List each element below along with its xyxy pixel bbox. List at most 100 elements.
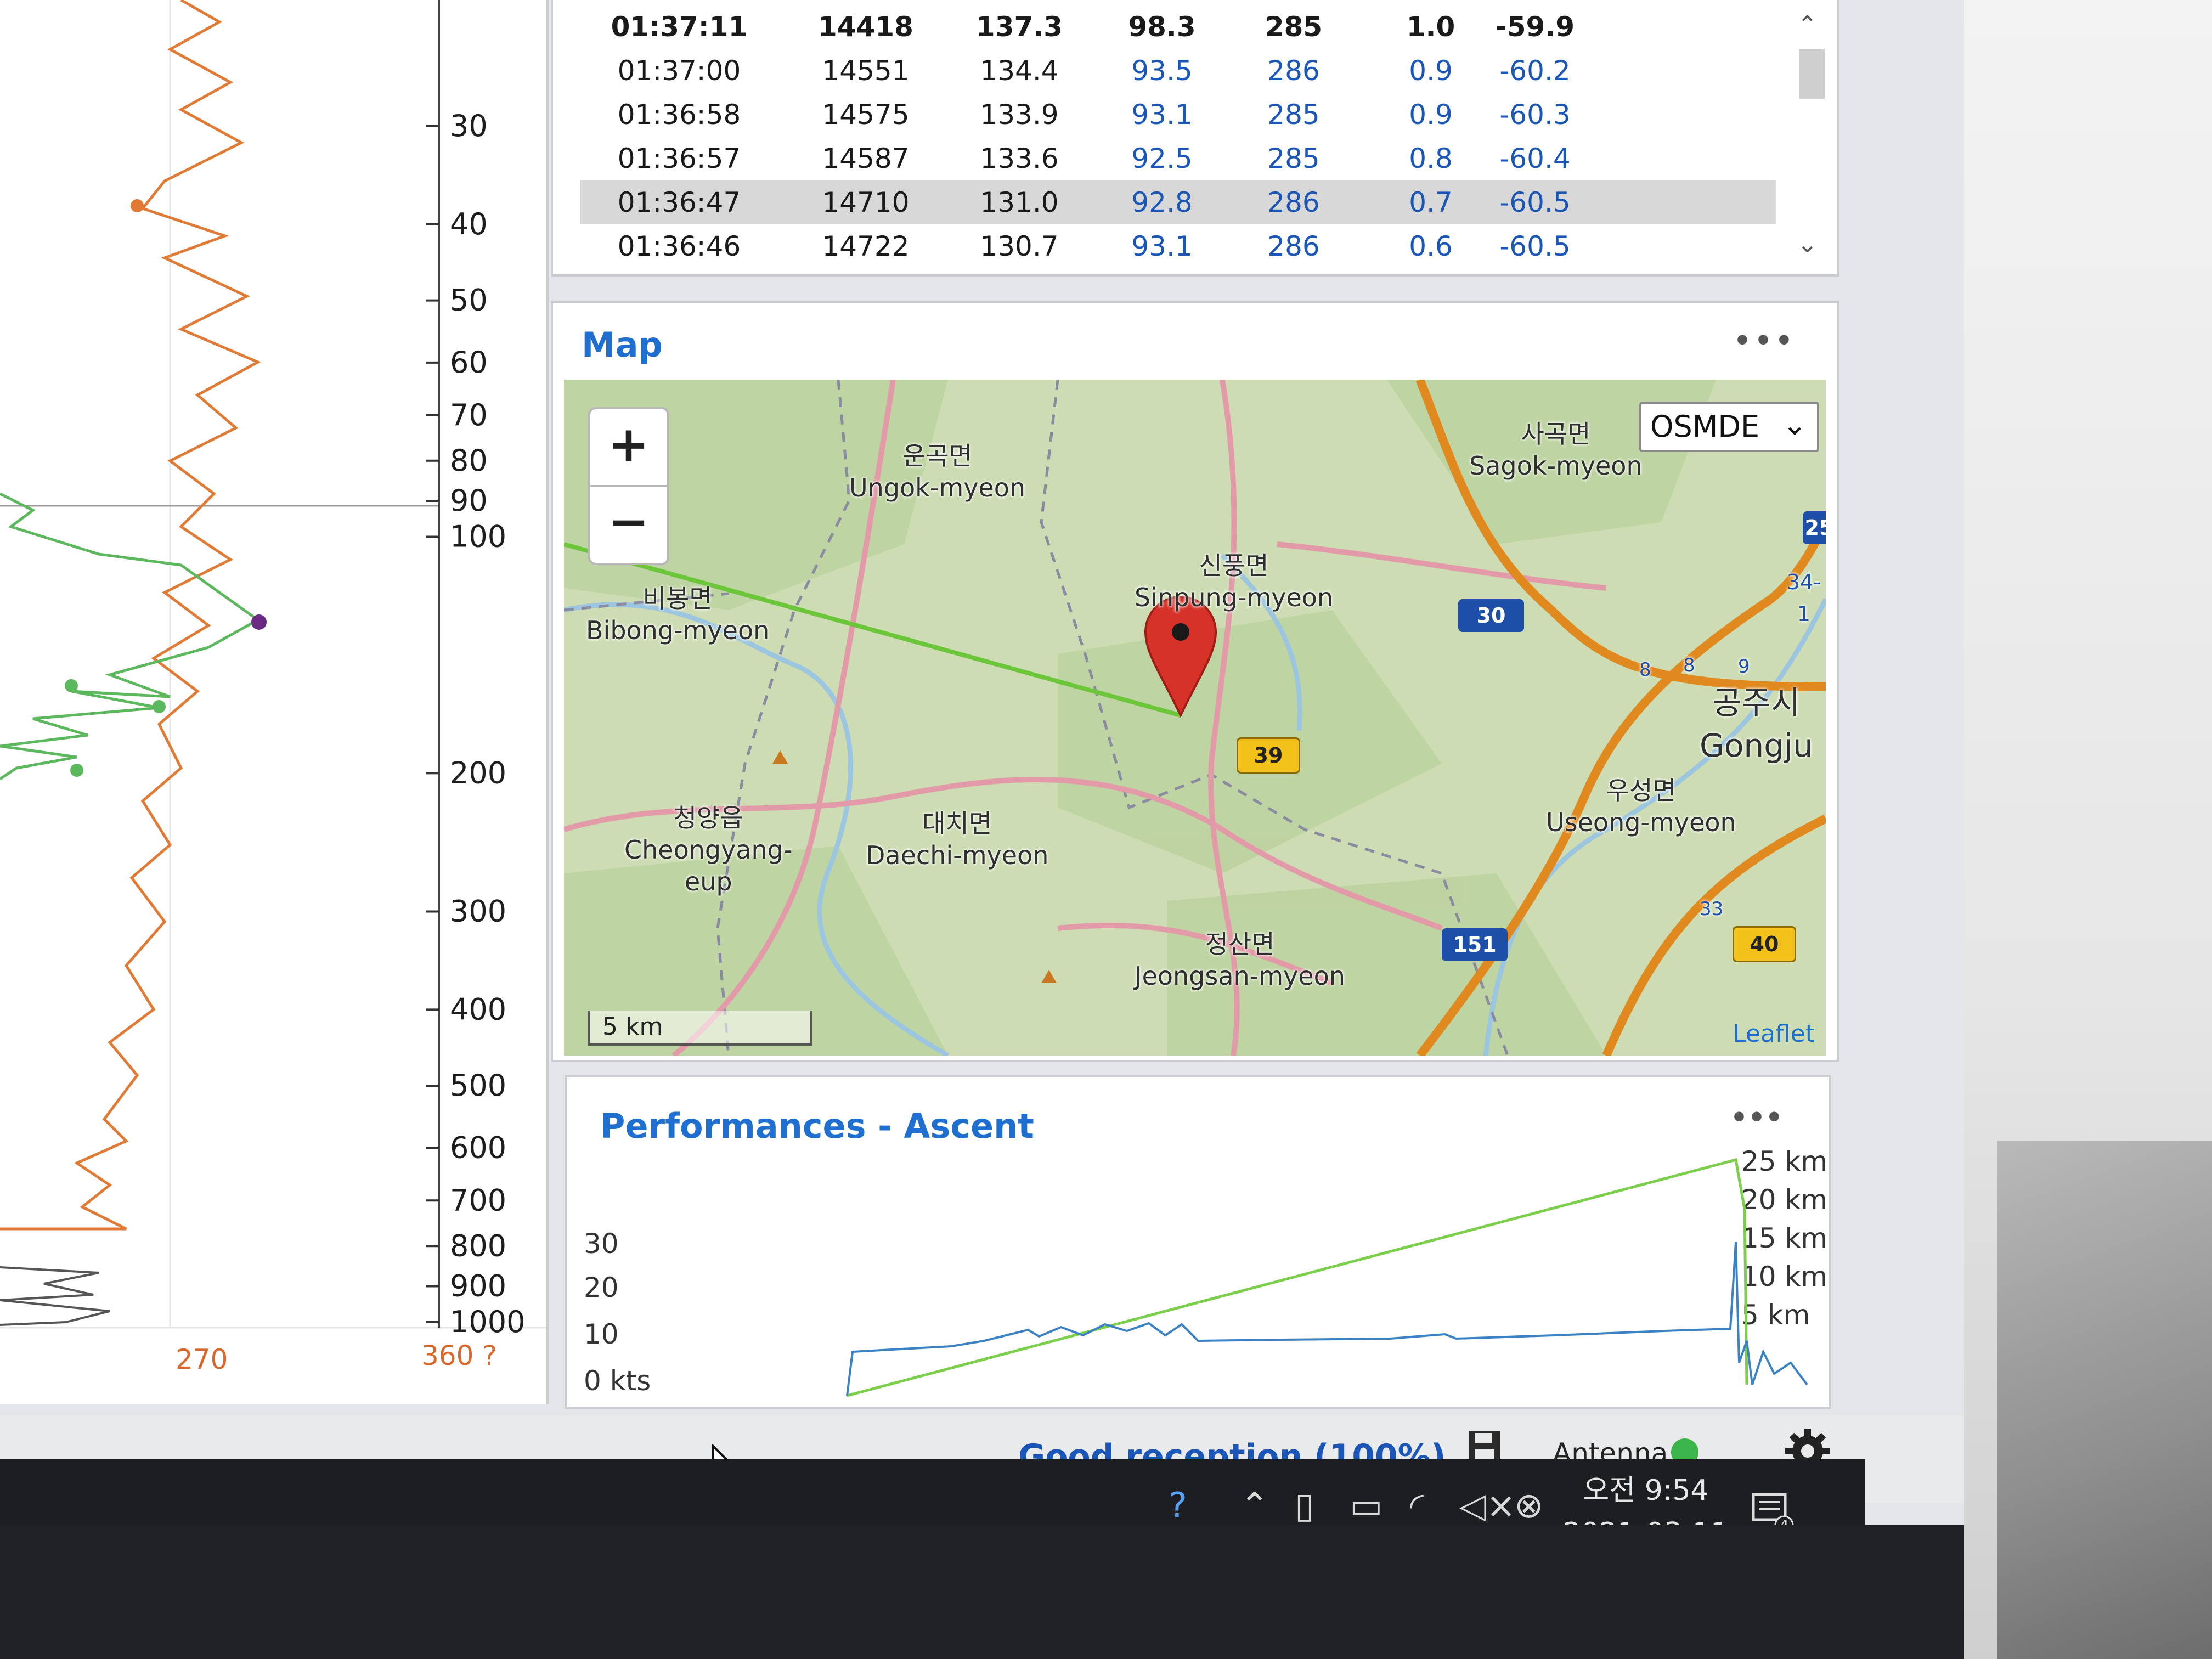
table-row[interactable]: 01:37:11 14418 137.3 98.3 285 1.0 -59.9 xyxy=(580,4,1776,48)
map-canvas[interactable]: + − OSMDE ⌄ 운곡면 Ungok-myeon 비봉면 Bibong-mye… xyxy=(564,380,1826,1056)
table-cell: 131.0 xyxy=(980,187,1059,218)
direction-trace xyxy=(0,0,261,1231)
device-icon[interactable]: ▯ xyxy=(1295,1486,1314,1525)
table-row[interactable]: 01:36:58 14575 133.9 93.1 285 0.9 -60.3 xyxy=(580,92,1776,136)
place-label: 정산면 Jeongsan-myeon xyxy=(1135,929,1345,991)
help-icon[interactable]: ? xyxy=(1169,1486,1187,1525)
road-number: 33 xyxy=(1700,898,1724,920)
table-row[interactable]: 01:36:46 14722 130.7 93.1 286 0.6 -60.5 xyxy=(580,224,1776,268)
table-row[interactable]: 01:36:47 14710 131.0 92.8 286 0.7 -60.5 xyxy=(580,180,1776,224)
notification-icon[interactable]: 4 xyxy=(1750,1491,1794,1525)
direction-marker xyxy=(131,199,144,212)
table-cell: 286 xyxy=(1267,55,1320,87)
road-badge: 151 xyxy=(1442,928,1508,961)
monitor-bezel xyxy=(0,1525,1964,1659)
table-cell: -59.9 xyxy=(1495,11,1575,43)
table-cell: 01:36:46 xyxy=(617,230,741,262)
table-cell: 01:37:11 xyxy=(611,11,748,43)
table-cell: 14551 xyxy=(822,55,910,87)
table-cell: 01:37:00 xyxy=(617,55,741,87)
map-menu-icon[interactable]: ••• xyxy=(1734,325,1796,357)
table-cell: 14575 xyxy=(822,99,910,131)
pressure-tick-label: 100 xyxy=(450,520,506,554)
speed-marker xyxy=(153,700,166,713)
map-layer-select[interactable]: OSMDE ⌄ xyxy=(1639,402,1819,452)
scroll-thumb[interactable] xyxy=(1799,49,1825,99)
zoom-out-button[interactable]: − xyxy=(590,487,667,562)
altitude-line xyxy=(847,1158,1748,1397)
direction-label-270: 270 xyxy=(176,1344,228,1375)
table-cell: 133.6 xyxy=(980,143,1059,174)
pressure-tick-label: 50 xyxy=(450,283,488,318)
place-label: 청양읍 Cheongyang- eup xyxy=(624,803,793,896)
place-label: 신풍면 Sinpung-myeon xyxy=(1135,551,1334,612)
pressure-tick-label: 30 xyxy=(450,109,488,143)
altitude-axis-label: 15 km xyxy=(1741,1222,1827,1254)
volume-muted-icon[interactable]: ◁× xyxy=(1459,1486,1516,1525)
table-cell: 285 xyxy=(1267,99,1320,131)
zoom-control: + − xyxy=(588,407,669,565)
pressure-tick-label: 600 xyxy=(450,1130,506,1165)
place-label: 우성면 Useong-myeon xyxy=(1546,776,1736,837)
current-point-marker xyxy=(251,614,267,630)
map-scale: 5 km xyxy=(588,1011,812,1046)
table-cell: 92.8 xyxy=(1131,187,1193,218)
windows-taskbar: ? ⌃ ▯ ▭ ◜ ◁× ⊗ 오전 9:54 2021-03-11 4 xyxy=(0,1459,1865,1525)
table-scrollbar[interactable]: ⌃ ⌄ xyxy=(1793,11,1826,263)
y-axis-label: 20 xyxy=(584,1272,619,1304)
close-circle-icon[interactable]: ⊗ xyxy=(1514,1486,1544,1525)
table-cell: 93.1 xyxy=(1131,230,1193,262)
road-badge: 39 xyxy=(1237,737,1300,774)
altitude-axis-label: 25 km xyxy=(1741,1146,1827,1177)
road-number: 9 xyxy=(1738,656,1750,678)
table-cell: 130.7 xyxy=(980,230,1059,262)
pressure-tick-label: 90 xyxy=(450,483,488,518)
chevron-up-icon[interactable]: ⌃ xyxy=(1797,11,1818,39)
table-row[interactable]: 01:36:57 14587 133.6 92.5 285 0.8 -60.4 xyxy=(580,136,1776,180)
table-cell: -60.2 xyxy=(1499,55,1571,87)
road-number: 8 xyxy=(1639,659,1651,681)
pressure-tick-label: 300 xyxy=(450,894,506,928)
pressure-tick-label: 500 xyxy=(450,1068,506,1103)
pressure-tick-label: 400 xyxy=(450,992,506,1026)
pressure-tick-label: 40 xyxy=(450,207,488,241)
clock-date: 2021-03-11 xyxy=(1558,1512,1734,1525)
table-cell: 98.3 xyxy=(1128,11,1196,43)
app-screen: 30 40 50 60 70 80 90 100 200 300 400 500 600 700 800 90… xyxy=(0,0,1964,1525)
table-cell: 01:36:47 xyxy=(617,187,741,218)
pressure-tick-label: 700 xyxy=(450,1183,506,1217)
table-cell: -60.5 xyxy=(1499,230,1571,262)
speed-marker xyxy=(65,679,78,692)
table-cell: -60.5 xyxy=(1499,187,1571,218)
zoom-in-button[interactable]: + xyxy=(590,409,667,487)
table-cell: 93.5 xyxy=(1131,55,1193,87)
table-cell: 286 xyxy=(1267,187,1320,218)
place-label: 사곡면 Sagok-myeon xyxy=(1469,419,1643,481)
chevron-up-icon[interactable]: ⌃ xyxy=(1240,1486,1269,1525)
table-cell: 134.4 xyxy=(980,55,1059,87)
table-cell: -60.4 xyxy=(1499,143,1571,174)
sounding-table: 01:37:11 14418 137.3 98.3 285 1.0 -59.9 01:37:0… xyxy=(551,0,1839,276)
direction-label-360: 360 ? xyxy=(421,1340,497,1372)
pressure-tick-label: 1000 xyxy=(450,1305,525,1339)
clock-time: 오전 9:54 xyxy=(1583,1474,1709,1507)
speed-marker xyxy=(70,764,83,777)
map-title: Map xyxy=(582,325,663,365)
performance-menu-icon[interactable]: ••• xyxy=(1730,1102,1783,1133)
table-cell: 93.1 xyxy=(1131,99,1193,131)
chevron-down-icon[interactable]: ⌄ xyxy=(1797,230,1818,258)
desk-background xyxy=(1964,0,2212,1659)
taskbar-clock[interactable]: 오전 9:54 2021-03-11 xyxy=(1558,1469,1734,1525)
speed-line xyxy=(846,1242,1808,1396)
speed-trace xyxy=(0,492,261,781)
notification-count: 4 xyxy=(1779,1516,1789,1525)
table-cell: 285 xyxy=(1267,143,1320,174)
wifi-icon[interactable]: ◜ xyxy=(1410,1486,1424,1525)
sounding-chart-panel: 30 40 50 60 70 80 90 100 200 300 400 500 600 700 800 90… xyxy=(0,0,549,1404)
table-cell: 137.3 xyxy=(975,11,1063,43)
table-cell: 14722 xyxy=(822,230,910,262)
table-row[interactable]: 01:37:00 14551 134.4 93.5 286 0.9 -60.2 xyxy=(580,48,1776,92)
battery-icon[interactable]: ▭ xyxy=(1350,1486,1383,1525)
leaflet-attribution[interactable]: Leaflet xyxy=(1733,1020,1815,1048)
performance-panel: Performances - Ascent ••• 30 20 10 0 kts… xyxy=(565,1075,1831,1409)
